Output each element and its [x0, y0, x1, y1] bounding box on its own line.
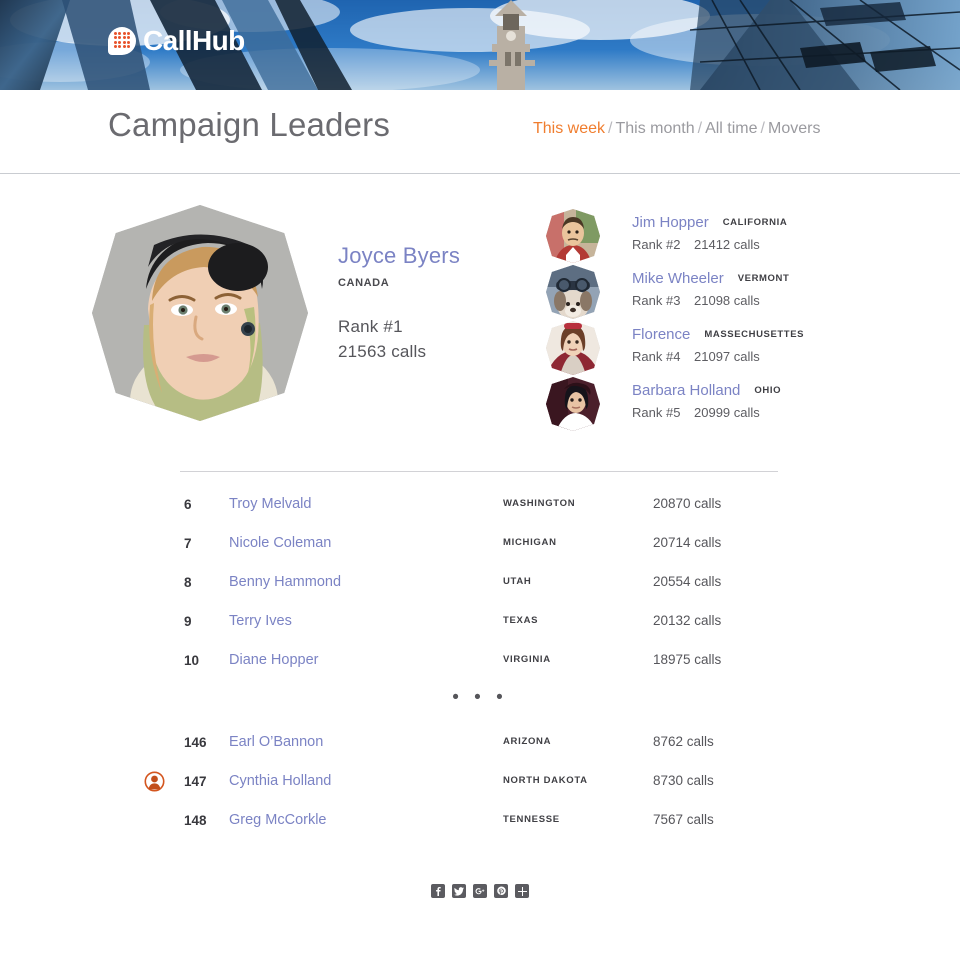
row-region: VIRGINIA [503, 654, 551, 665]
runner-name[interactable]: Jim Hopper [632, 214, 709, 231]
leaderboard-table: 6 Troy Melvald WASHINGTON 20870 calls 7 … [0, 488, 960, 683]
runner-name[interactable]: Florence [632, 326, 690, 343]
brand-logo[interactable]: CallHub [108, 25, 245, 57]
row-region: MICHIGAN [503, 537, 557, 548]
avatar-runner-5[interactable] [546, 377, 600, 431]
runner-name[interactable]: Barbara Holland [632, 382, 740, 399]
filter-separator: / [608, 120, 613, 137]
table-row-current-user[interactable]: 147 Cynthia Holland NORTH DAKOTA 8730 ca… [0, 765, 960, 804]
pinterest-icon[interactable] [494, 884, 508, 898]
row-region: TENNESSE [503, 814, 560, 825]
current-user-icon [144, 771, 165, 792]
row-name[interactable]: Benny Hammond [229, 574, 341, 590]
section-divider [180, 471, 778, 472]
google-plus-icon[interactable] [473, 884, 487, 898]
runner-rank: Rank #5 [632, 405, 681, 420]
avatar-leader[interactable] [92, 205, 308, 421]
row-rank: 10 [184, 653, 200, 668]
filter-separator: / [697, 120, 703, 137]
leader-rank: Rank #1 [338, 317, 403, 336]
social-share-bar [0, 884, 960, 898]
runner-5-photo [546, 377, 600, 431]
row-calls: 20714 calls [653, 535, 722, 550]
row-name[interactable]: Diane Hopper [229, 652, 318, 668]
runner-calls: 20999 calls [694, 405, 760, 420]
avatar-runner-3[interactable] [546, 265, 600, 319]
table-row[interactable]: 7 Nicole Coleman MICHIGAN 20714 calls [0, 527, 960, 566]
row-rank: 6 [184, 497, 192, 512]
leader-hero: Joyce Byers CANADA Rank #1 21563 calls J… [0, 173, 960, 463]
row-calls: 20554 calls [653, 574, 722, 589]
facebook-icon[interactable] [431, 884, 445, 898]
runner-calls: 21098 calls [694, 293, 760, 308]
runner-region: VERMONT [737, 273, 790, 285]
leader-info: Joyce Byers CANADA Rank #1 21563 calls [338, 243, 460, 362]
filter-movers[interactable]: Movers [768, 120, 820, 137]
row-name[interactable]: Earl O’Bannon [229, 734, 323, 750]
table-row[interactable]: 8 Benny Hammond UTAH 20554 calls [0, 566, 960, 605]
title-bar: Campaign Leaders This week / This month / Al… [0, 90, 960, 174]
runner-rank: Rank #2 [632, 237, 681, 252]
leader-region: CANADA [338, 277, 390, 289]
share-more-icon[interactable] [515, 884, 529, 898]
table-row[interactable]: 148 Greg McCorkle TENNESSE 7567 calls [0, 804, 960, 843]
leader-name[interactable]: Joyce Byers [338, 243, 460, 269]
row-calls: 8730 calls [653, 773, 714, 788]
table-row[interactable]: 6 Troy Melvald WASHINGTON 20870 calls [0, 488, 960, 527]
row-region: WASHINGTON [503, 498, 576, 509]
runner-rank: Rank #4 [632, 349, 681, 364]
row-rank: 7 [184, 536, 192, 551]
row-name[interactable]: Troy Melvald [229, 496, 311, 512]
row-rank: 9 [184, 614, 192, 629]
row-name[interactable]: Cynthia Holland [229, 773, 331, 789]
brand-name: CallHub [143, 25, 245, 56]
runner-4-photo [546, 321, 600, 375]
runner-name[interactable]: Mike Wheeler [632, 270, 724, 287]
runner-region: OHIO [754, 385, 782, 397]
filter-all-time[interactable]: All time [705, 120, 757, 137]
filter-this-month[interactable]: This month [615, 120, 694, 137]
leader-photo [92, 205, 308, 421]
table-row[interactable]: 146 Earl O’Bannon ARIZONA 8762 calls [0, 726, 960, 765]
filter-this-week[interactable]: This week [533, 120, 605, 137]
runner-calls: 21412 calls [694, 237, 760, 252]
leader-calls: 21563 calls [338, 342, 427, 361]
row-rank: 8 [184, 575, 192, 590]
row-name[interactable]: Nicole Coleman [229, 535, 331, 551]
row-rank: 148 [184, 813, 207, 828]
avatar-runner-2[interactable] [546, 209, 600, 263]
page-title: Campaign Leaders [108, 106, 391, 143]
runner-region: MASSECHUSETTES [704, 329, 805, 341]
table-row[interactable]: 10 Diane Hopper VIRGINIA 18975 calls [0, 644, 960, 683]
rows-gap-marker: • • • [452, 687, 508, 708]
row-calls: 18975 calls [653, 652, 722, 667]
row-region: ARIZONA [503, 736, 552, 747]
avatar-runner-4[interactable] [546, 321, 600, 375]
row-region: NORTH DAKOTA [503, 775, 588, 786]
runner-3-photo [546, 265, 600, 319]
table-row[interactable]: 9 Terry Ives TEXAS 20132 calls [0, 605, 960, 644]
leaderboard-table-bottom: 146 Earl O’Bannon ARIZONA 8762 calls 147… [0, 726, 960, 843]
row-calls: 20870 calls [653, 496, 722, 511]
row-name[interactable]: Terry Ives [229, 613, 292, 629]
speech-bubble-dots-icon [108, 27, 136, 55]
row-rank: 146 [184, 735, 207, 750]
row-rank: 147 [184, 774, 207, 789]
row-calls: 7567 calls [653, 812, 714, 827]
runner-2-photo [546, 209, 600, 263]
runner-rank: Rank #3 [632, 293, 681, 308]
twitter-icon[interactable] [452, 884, 466, 898]
runner-calls: 21097 calls [694, 349, 760, 364]
filter-separator: / [760, 120, 765, 137]
row-name[interactable]: Greg McCorkle [229, 812, 327, 828]
row-region: UTAH [503, 576, 532, 587]
row-calls: 20132 calls [653, 613, 722, 628]
timeframe-filters: This week / This month / All time / Movers [533, 120, 820, 138]
row-calls: 8762 calls [653, 734, 714, 749]
row-region: TEXAS [503, 615, 539, 626]
runner-region: CALIFORNIA [722, 217, 788, 229]
